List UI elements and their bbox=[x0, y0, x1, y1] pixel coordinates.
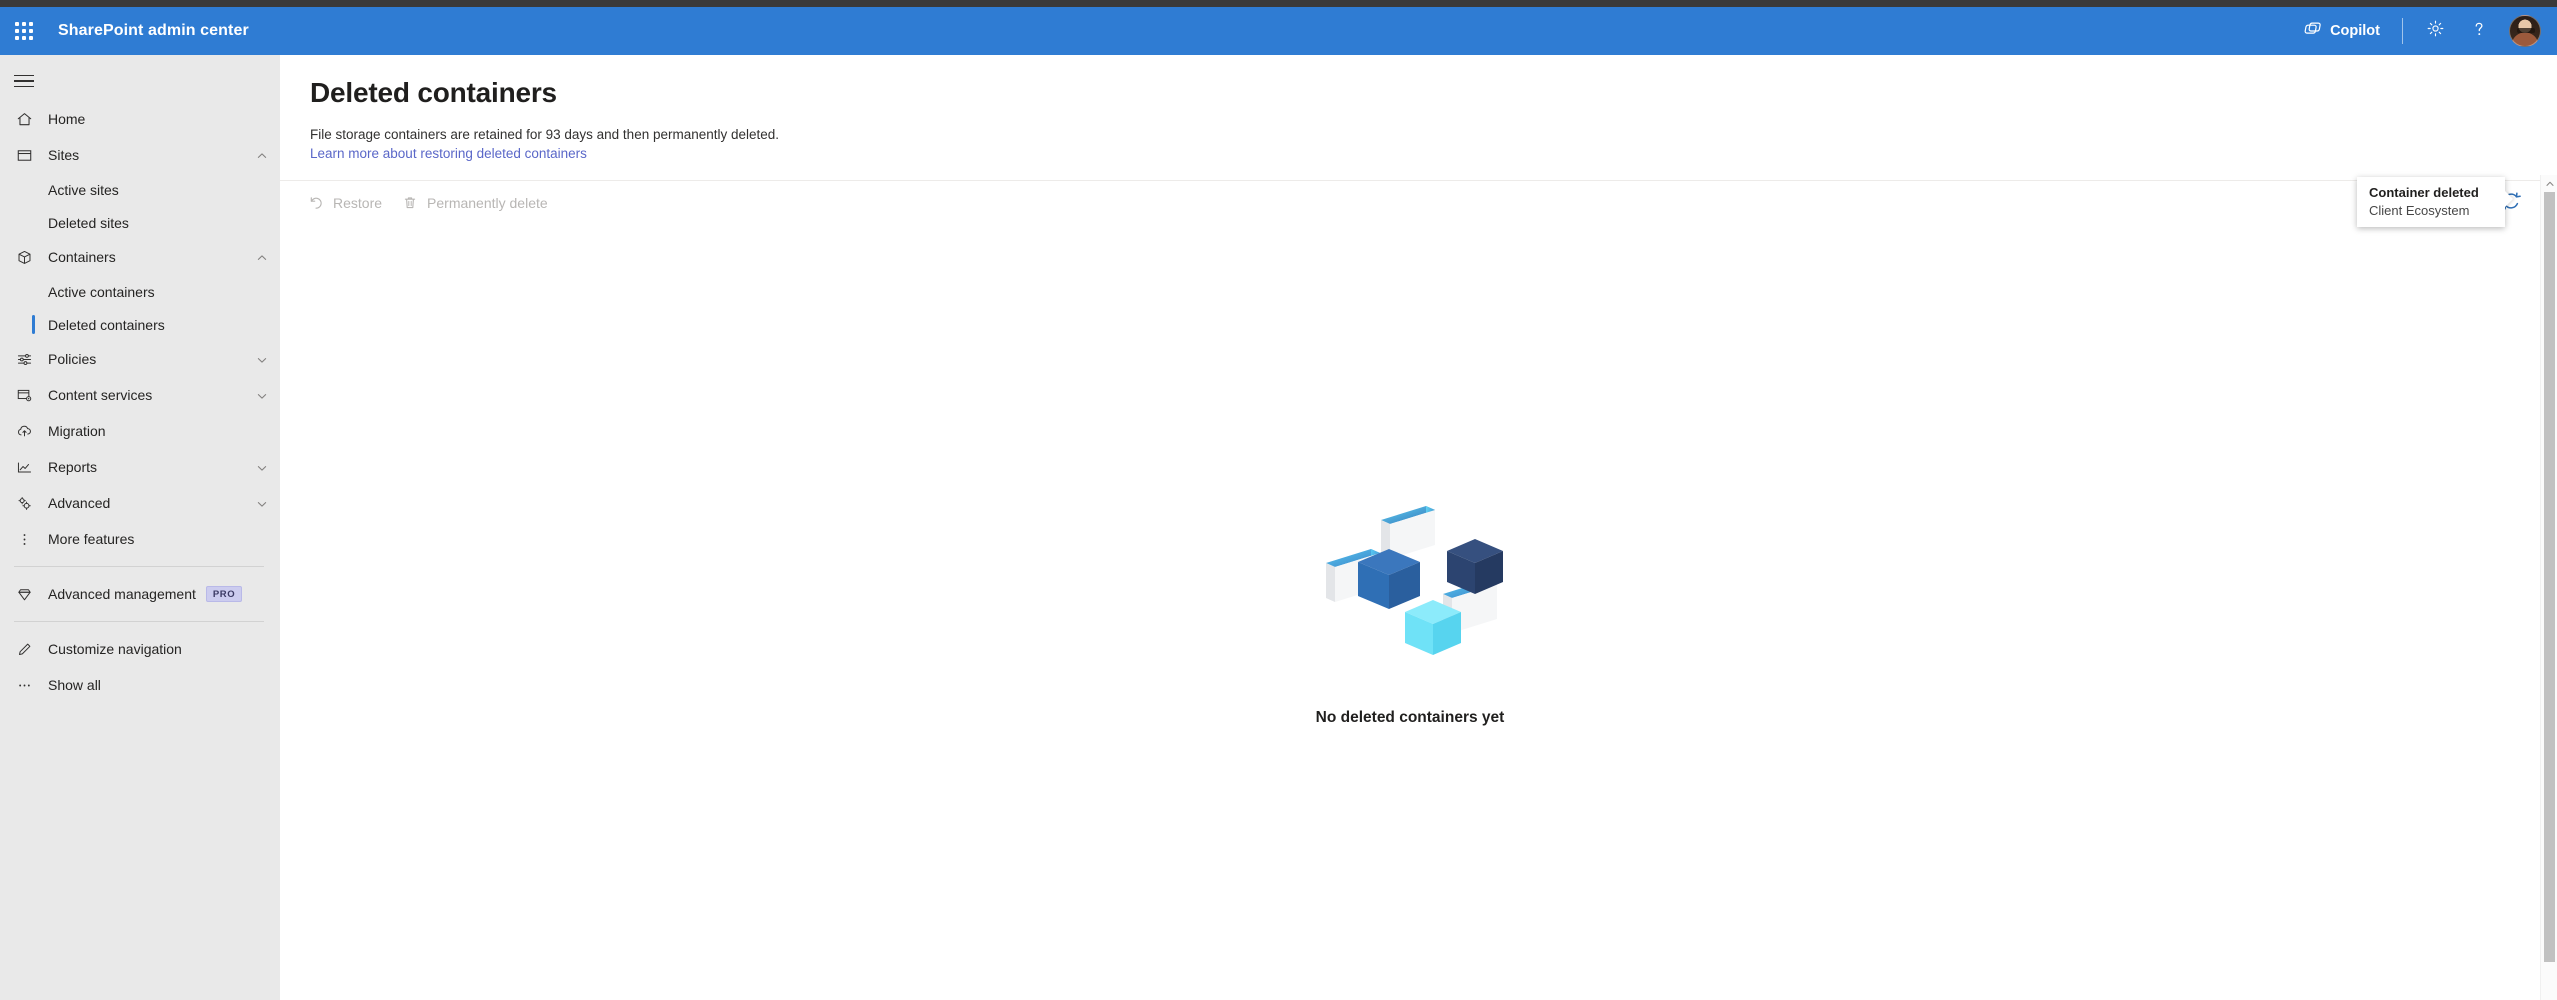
sidebar-item-label: Home bbox=[48, 111, 86, 127]
gear-icon bbox=[2426, 19, 2445, 43]
chevron-up-icon bbox=[256, 251, 268, 263]
containers-cube-icon bbox=[14, 247, 34, 267]
avatar[interactable] bbox=[2509, 15, 2541, 47]
advanced-gears-icon bbox=[14, 493, 34, 513]
pencil-edit-icon bbox=[14, 639, 34, 659]
sidebar-item-migration[interactable]: Migration bbox=[0, 413, 280, 449]
copilot-button[interactable]: Copilot bbox=[2292, 7, 2392, 55]
pro-badge: PRO bbox=[205, 586, 243, 602]
sidebar-item-label: Sites bbox=[48, 147, 80, 163]
chevron-down-icon bbox=[256, 461, 268, 473]
app-launcher-button[interactable] bbox=[0, 7, 48, 55]
sidebar-item-more-features[interactable]: More features bbox=[0, 521, 280, 557]
suite-actions: Copilot bbox=[2292, 7, 2557, 55]
nav-collapse-button[interactable] bbox=[0, 61, 280, 101]
sidebar-item-label: More features bbox=[48, 531, 135, 547]
sidebar-item-home[interactable]: Home bbox=[0, 101, 280, 137]
container-deleted-toast: Container deleted Client Ecosystem bbox=[2357, 177, 2505, 227]
sidebar-item-deleted-sites[interactable]: Deleted sites bbox=[0, 206, 280, 239]
trash-bin-icon bbox=[402, 195, 418, 211]
help-question-icon bbox=[2469, 19, 2489, 44]
sidebar-item-label: Content services bbox=[48, 387, 153, 403]
settings-button[interactable] bbox=[2413, 7, 2457, 55]
chevron-up-icon bbox=[256, 149, 268, 161]
restore-button[interactable]: Restore bbox=[298, 187, 392, 219]
ellipsis-horizontal-icon bbox=[14, 675, 34, 695]
hamburger-menu-icon bbox=[14, 71, 34, 91]
migration-cloud-icon bbox=[14, 421, 34, 441]
home-icon bbox=[14, 109, 34, 129]
sidebar-item-active-sites[interactable]: Active sites bbox=[0, 173, 280, 206]
sidebar-item-label: Policies bbox=[48, 351, 97, 367]
main-content: Deleted containers File storage containe… bbox=[280, 55, 2557, 1000]
chevron-down-icon bbox=[256, 353, 268, 365]
sidebar-item-label: Advanced bbox=[48, 495, 111, 511]
suite-header-bar: SharePoint admin center Copilot bbox=[0, 7, 2557, 55]
sidebar-item-label: Customize navigation bbox=[48, 641, 182, 657]
vertical-scrollbar[interactable] bbox=[2540, 175, 2557, 1000]
help-button[interactable] bbox=[2457, 7, 2501, 55]
chevron-down-icon bbox=[256, 389, 268, 401]
scrollbar-thumb[interactable] bbox=[2544, 192, 2555, 962]
sites-icon bbox=[14, 145, 34, 165]
reports-chart-icon bbox=[14, 457, 34, 477]
sidebar-item-advanced-management[interactable]: Advanced management PRO bbox=[0, 576, 280, 612]
app-launcher-icon bbox=[15, 22, 33, 40]
sidebar-item-show-all[interactable]: Show all bbox=[0, 667, 280, 703]
sidebar-item-customize-navigation[interactable]: Customize navigation bbox=[0, 631, 280, 667]
sidebar-item-label: Active sites bbox=[48, 181, 119, 198]
suite-divider bbox=[2402, 18, 2403, 44]
sidebar-item-label: Deleted containers bbox=[48, 316, 165, 333]
restore-arrow-icon bbox=[308, 195, 324, 211]
sidebar-item-label: Show all bbox=[48, 677, 101, 693]
os-title-strip bbox=[0, 0, 2557, 7]
brand-title[interactable]: SharePoint admin center bbox=[58, 22, 249, 40]
permanently-delete-button[interactable]: Permanently delete bbox=[392, 187, 558, 219]
chevron-down-icon bbox=[256, 497, 268, 509]
command-bar: Restore Permanently delete bbox=[280, 181, 2557, 225]
toast-title: Container deleted bbox=[2369, 185, 2479, 200]
copilot-label: Copilot bbox=[2330, 23, 2380, 39]
learn-more-link[interactable]: Learn more about restoring deleted conta… bbox=[310, 146, 587, 161]
left-navigation: Home Sites Active sites Deleted sites Co… bbox=[0, 55, 280, 1000]
scroll-up-arrow-icon[interactable] bbox=[2541, 175, 2557, 192]
page-title: Deleted containers bbox=[310, 77, 557, 108]
sidebar-item-advanced[interactable]: Advanced bbox=[0, 485, 280, 521]
more-features-ellipsis-icon bbox=[14, 529, 34, 549]
sidebar-item-reports[interactable]: Reports bbox=[0, 449, 280, 485]
empty-state: No deleted containers yet bbox=[280, 225, 2540, 1000]
permanently-delete-label: Permanently delete bbox=[427, 195, 548, 211]
isometric-containers-illustration bbox=[1295, 499, 1525, 679]
sidebar-item-containers[interactable]: Containers bbox=[0, 239, 280, 275]
sidebar-item-deleted-containers[interactable]: Deleted containers bbox=[0, 308, 280, 341]
toast-subtitle: Client Ecosystem bbox=[2369, 203, 2470, 218]
sidebar-item-content-services[interactable]: Content services bbox=[0, 377, 280, 413]
sidebar-item-active-containers[interactable]: Active containers bbox=[0, 275, 280, 308]
sidebar-item-label: Advanced management bbox=[48, 586, 196, 602]
sidebar-item-label: Migration bbox=[48, 423, 106, 439]
sidebar-item-sites[interactable]: Sites bbox=[0, 137, 280, 173]
sidebar-item-label: Containers bbox=[48, 249, 116, 265]
content-services-icon bbox=[14, 385, 34, 405]
restore-label: Restore bbox=[333, 195, 383, 211]
sidebar-item-label: Deleted sites bbox=[48, 214, 129, 231]
copilot-icon bbox=[2304, 20, 2322, 42]
empty-state-text: No deleted containers yet bbox=[1315, 708, 1505, 726]
page-description: File storage containers are retained for… bbox=[310, 127, 780, 142]
nav-divider bbox=[14, 566, 264, 567]
sidebar-item-label: Active containers bbox=[48, 283, 155, 300]
nav-divider bbox=[14, 621, 264, 622]
sidebar-item-policies[interactable]: Policies bbox=[0, 341, 280, 377]
policies-sliders-icon bbox=[14, 349, 34, 369]
sidebar-item-label: Reports bbox=[48, 459, 98, 475]
diamond-icon bbox=[14, 584, 34, 604]
